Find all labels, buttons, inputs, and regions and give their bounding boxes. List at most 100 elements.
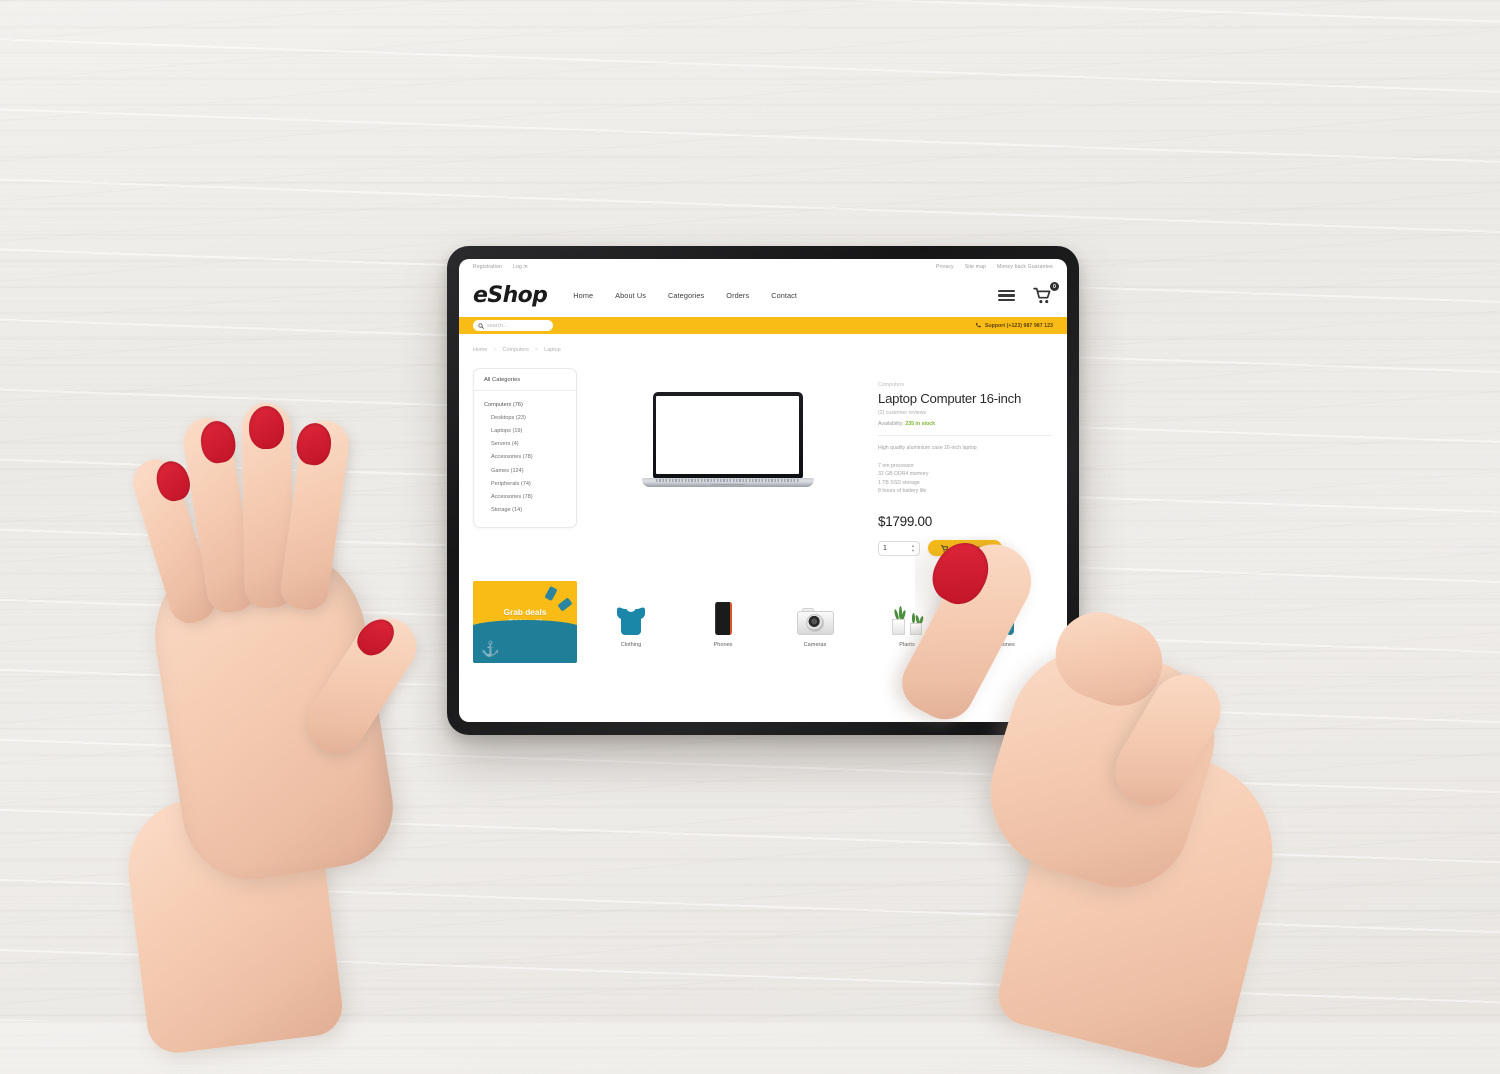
category-clothing[interactable]: Clothing	[603, 581, 659, 648]
sidebar-item-peripherals[interactable]: Peripherals (74)	[474, 477, 576, 490]
search-bar: search... Support (+123) 987 987 123	[459, 317, 1067, 334]
availability-status: Availability: 235 in stock	[878, 421, 1053, 427]
category-label-clothing: Clothing	[620, 642, 642, 649]
left-index-finger	[278, 417, 352, 613]
left-thumb	[294, 605, 428, 765]
category-cameras[interactable]: Cameras	[787, 581, 843, 648]
hamburger-icon[interactable]	[998, 289, 1015, 302]
purchase-controls: 1 ▲ ▼ Add to cart	[878, 540, 1053, 557]
laptop-display	[656, 395, 799, 474]
tablet-screen: Registration Log in Privacy Site map Mon…	[459, 259, 1067, 722]
product-layout: All Categories Computers (76) Desktops (…	[473, 368, 1053, 557]
product-specs: 7 nm processor 32 GB DDR4 memory 1 TB SS…	[878, 462, 1053, 496]
link-money-back-guarantee[interactable]: Money back Guarantee	[997, 264, 1053, 270]
laptop-keyboard	[655, 478, 800, 482]
add-to-cart-button[interactable]: Add to cart	[928, 540, 1002, 557]
support-phone[interactable]: Support (+123) 987 987 123	[975, 322, 1053, 329]
product-category-label[interactable]: Computers	[878, 382, 1053, 388]
category-sidebar: All Categories Computers (76) Desktops (…	[473, 368, 577, 528]
promo-banner[interactable]: Grab deals 50% off ⚓	[473, 581, 577, 664]
link-login[interactable]: Log in	[513, 264, 528, 270]
left-ring-finger	[179, 414, 259, 616]
left-thumb-nail	[351, 612, 401, 662]
nav-item-orders[interactable]: Orders	[726, 291, 749, 300]
quantity-spinner[interactable]: ▲ ▼	[911, 544, 915, 552]
category-label-cameras: Cameras	[803, 642, 827, 649]
spec-processor: 7 nm processor	[878, 462, 914, 469]
breadcrumb-computers[interactable]: Computers	[503, 347, 529, 353]
product-image-area	[577, 368, 878, 556]
cart-count-badge: 0	[1050, 282, 1059, 291]
support-text: Support (+123) 987 987 123	[984, 322, 1053, 329]
right-forearm	[992, 726, 1293, 1074]
anchor-icon: ⚓	[481, 641, 500, 659]
sidebar-item-accessories[interactable]: Accessories (78)	[474, 451, 576, 464]
promo-line1: Grab deals	[503, 607, 547, 618]
link-privacy[interactable]: Privacy	[936, 264, 954, 270]
product-description: High quality aluminium case 16-inch lapt…	[878, 445, 977, 451]
nav-item-categories[interactable]: Categories	[668, 291, 704, 300]
spinner-down-icon[interactable]: ▼	[911, 549, 915, 553]
left-pinky	[127, 454, 220, 628]
nav-item-about-us[interactable]: About Us	[615, 291, 646, 300]
spec-memory: 32 GB DDR4 memory	[878, 471, 929, 478]
search-input[interactable]: search...	[473, 320, 553, 331]
quantity-value: 1	[883, 544, 887, 552]
product-title: Laptop Computer 16-inch	[878, 391, 1022, 406]
category-shortcuts: Clothing Phones Cameras Plants Headphone…	[577, 581, 1053, 648]
sidebar-item-laptops[interactable]: Laptops (19)	[474, 424, 576, 437]
cart-icon	[1033, 287, 1051, 304]
breadcrumb-home[interactable]: Home	[473, 347, 487, 353]
breadcrumb-laptop[interactable]: Laptop	[544, 347, 561, 353]
laptop-lid	[652, 392, 803, 478]
product-price: $1799.00	[878, 514, 932, 530]
main-navigation: Home About Us Categories Orders Contact	[573, 291, 797, 300]
nav-item-home[interactable]: Home	[573, 291, 593, 300]
search-placeholder: search...	[487, 322, 508, 329]
spec-storage: 1 TB SSD storage	[878, 479, 920, 486]
sidebar-item-accessories-2[interactable]: Accessories (78)	[474, 490, 576, 503]
quantity-stepper[interactable]: 1 ▲ ▼	[878, 540, 920, 556]
left-pinky-nail	[151, 457, 195, 505]
camera-icon	[787, 581, 843, 636]
tablet-device: Registration Log in Privacy Site map Mon…	[447, 246, 1079, 735]
cart-button[interactable]: 0	[1033, 282, 1059, 304]
left-index-nail	[294, 420, 334, 468]
site-logo[interactable]: eShop	[473, 283, 548, 308]
link-site-map[interactable]: Site map	[965, 264, 986, 270]
sidebar-item-desktops[interactable]: Desktops (23)	[474, 411, 576, 424]
topbar-right-links: Privacy Site map Money back Guarantee	[936, 264, 1053, 270]
price-tag-icon	[544, 586, 558, 602]
category-phones[interactable]: Phones	[695, 581, 751, 648]
left-hand	[115, 395, 445, 1057]
nav-item-contact[interactable]: Contact	[771, 291, 797, 300]
right-thumb	[1102, 661, 1234, 819]
sidebar-item-games[interactable]: Games (124)	[474, 464, 576, 477]
category-label-headphones: Headphones	[983, 642, 1015, 649]
tshirt-icon	[603, 581, 659, 636]
category-label-phones: Phones	[713, 642, 733, 649]
category-plants[interactable]: Plants	[879, 581, 935, 648]
breadcrumb-separator: >	[493, 347, 497, 353]
search-icon	[478, 322, 484, 329]
spec-battery: 8 hours of battery life	[878, 488, 927, 495]
product-reviews-link[interactable]: (2) customer reviews	[878, 410, 1053, 416]
sidebar-item-computers[interactable]: Computers (76)	[474, 398, 576, 411]
topbar-left-links: Registration Log in	[473, 264, 528, 270]
divider	[878, 435, 1053, 436]
availability-label: Availability:	[878, 421, 904, 427]
availability-value: 235 in stock	[905, 421, 936, 427]
plant-icon	[879, 581, 935, 636]
bottom-strip: Grab deals 50% off ⚓ Clothing	[459, 581, 1067, 664]
product-info: Computers Laptop Computer 16-inch (2) cu…	[878, 368, 1053, 557]
category-headphones[interactable]: Headphones	[971, 581, 1027, 648]
laptop-product-image[interactable]	[641, 392, 814, 487]
sidebar-list: Computers (76) Desktops (23) Laptops (19…	[474, 391, 576, 517]
link-registration[interactable]: Registration	[473, 264, 502, 270]
breadcrumb: Home > Computers > Laptop	[473, 347, 1053, 353]
laptop-base	[641, 477, 814, 487]
add-to-cart-label: Add to cart	[954, 544, 989, 552]
sidebar-item-servers[interactable]: Servers (4)	[474, 438, 576, 451]
sidebar-item-storage[interactable]: Storage (14)	[474, 504, 576, 517]
sidebar-title: All Categories	[474, 377, 576, 391]
